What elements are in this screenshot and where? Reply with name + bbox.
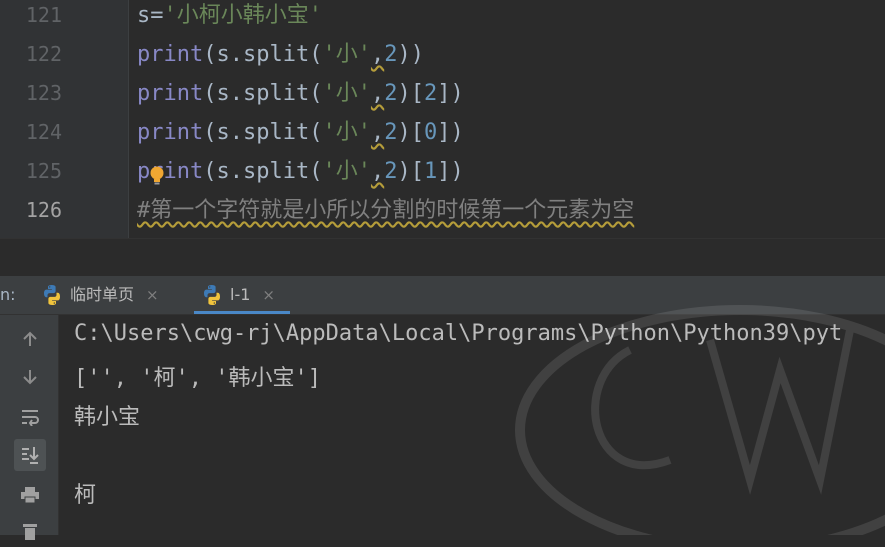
code-keyword: print (137, 42, 204, 67)
code-number: 0 (423, 120, 438, 145)
code-keyword: print (137, 159, 204, 184)
code-string: '小' (322, 159, 371, 184)
code-string: '小柯小韩小宝' (163, 3, 323, 28)
run-console[interactable]: C:\Users\cwg-rj\AppData\Local\Programs\P… (0, 315, 885, 540)
console-output-line: 韩小宝 (74, 405, 141, 430)
code-line[interactable]: s='小柯小韩小宝' (137, 0, 322, 35)
soft-wrap-icon[interactable] (14, 401, 46, 433)
python-icon (44, 285, 60, 305)
editor-bottom-area (0, 238, 885, 276)
code-text: )) (397, 42, 424, 67)
line-number: 123 (25, 81, 62, 105)
code-keyword: print (137, 81, 204, 106)
line-number: 125 (25, 159, 62, 183)
code-text: , (370, 159, 385, 184)
code-line[interactable]: print(s.split('小',2)[0]) (137, 113, 464, 152)
code-number: 1 (423, 159, 438, 184)
code-text: , (370, 120, 385, 145)
code-line[interactable]: #第一个字符就是小所以分割的时候第一个元素为空 (137, 191, 634, 230)
python-icon (204, 285, 220, 305)
line-number: 121 (25, 3, 62, 27)
code-number: 2 (423, 81, 438, 106)
code-string: '小' (322, 81, 371, 106)
run-label: n: (0, 285, 16, 304)
console-output-line: 柯 (74, 483, 97, 508)
code-text: ]) (437, 81, 464, 106)
line-number: 122 (25, 42, 62, 66)
code-comment: #第一个字符就是小所以分割的时候第一个元素为空 (137, 198, 635, 223)
code-line[interactable]: print(s.split('小',2)[1]) (137, 152, 464, 191)
code-number: 2 (384, 42, 398, 67)
code-keyword: print (137, 120, 204, 145)
code-text: ]) (437, 159, 464, 184)
console-toolbar (0, 315, 59, 540)
close-icon[interactable]: × (146, 276, 159, 314)
code-string: '小' (322, 42, 371, 67)
tab-label: 临时单页 (70, 285, 135, 304)
up-arrow-icon[interactable] (14, 323, 46, 355)
code-line[interactable]: print(s.split('小',2)) (137, 35, 424, 74)
code-text: (s.split( (203, 81, 323, 106)
scroll-to-end-icon[interactable] (14, 439, 46, 471)
code-text: )[ (397, 159, 424, 184)
lightbulb-icon[interactable] (149, 166, 165, 186)
code-text: (s.split( (203, 120, 323, 145)
code-text: , (370, 42, 385, 67)
code-text: (s.split( (203, 159, 323, 184)
tab-label: l-1 (230, 285, 251, 304)
code-line[interactable]: print(s.split('小',2)[2]) (137, 74, 464, 113)
active-tab-indicator (194, 311, 290, 314)
code-text: (s.split( (203, 42, 323, 67)
code-string: '小' (322, 120, 371, 145)
run-tool-window-tabbar: n: 临时单页 × l-1 × (0, 276, 885, 315)
tab-l-1[interactable]: l-1 × (200, 276, 275, 314)
print-icon[interactable] (14, 479, 46, 511)
code-editor[interactable]: 121 122 123 124 125 126 s='小柯小韩小宝' print… (0, 0, 885, 238)
code-text: ]) (437, 120, 464, 145)
line-number: 124 (25, 120, 62, 144)
trash-icon[interactable] (14, 515, 46, 547)
code-text: )[ (397, 81, 424, 106)
down-arrow-icon[interactable] (14, 361, 46, 393)
code-number: 2 (384, 159, 398, 184)
console-output-line: C:\Users\cwg-rj\AppData\Local\Programs\P… (74, 321, 843, 346)
code-text: s= (137, 3, 164, 28)
line-number-gutter: 121 122 123 124 125 126 (0, 0, 129, 238)
line-number-active: 126 (25, 198, 62, 222)
code-number: 2 (384, 120, 398, 145)
console-output-line: ['', '柯', '韩小宝'] (74, 366, 321, 391)
close-icon[interactable]: × (262, 276, 275, 314)
code-number: 2 (384, 81, 398, 106)
code-text: , (370, 81, 385, 106)
code-text: )[ (397, 120, 424, 145)
tab-temp-page[interactable]: 临时单页 × (40, 276, 159, 314)
